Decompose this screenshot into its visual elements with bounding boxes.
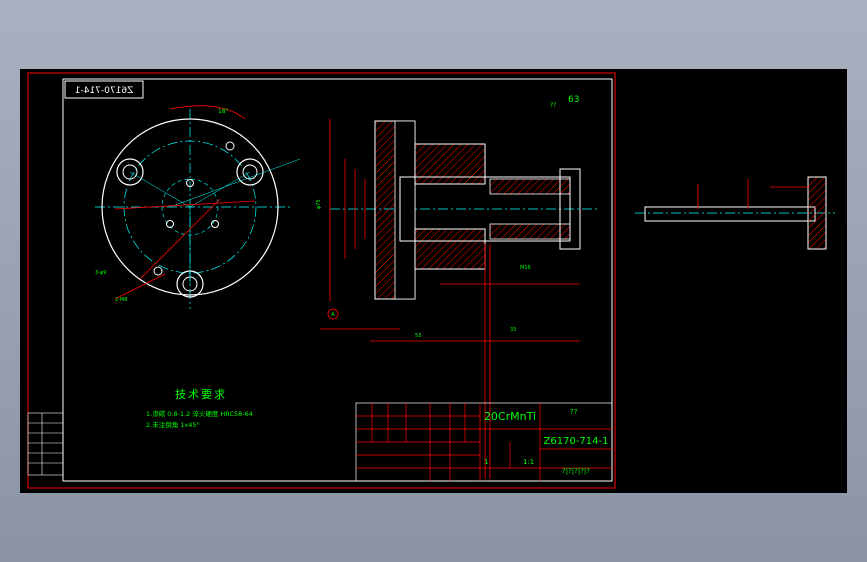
- drawing-sheet: Z6170-714-1 18° 3-φ9 2-M8 φ75 53 33 M16 …: [20, 69, 847, 493]
- angle-label: 18°: [218, 108, 229, 115]
- dim-tail: 33: [510, 327, 516, 333]
- drawing-number: Z6170-714-1: [544, 436, 609, 447]
- tech-requirement-1: 1.渗碳 0.8-1.2 淬火硬度 HRC58-64: [146, 410, 253, 418]
- dim-thread: M16: [520, 265, 531, 271]
- datum-a: A: [331, 312, 335, 318]
- cad-drawing: Z6170-714-1 18° 3-φ9 2-M8 φ75 53 33 M16 …: [27, 72, 835, 489]
- holes-label-b: 2-M8: [115, 297, 127, 303]
- material: 20CrMnTi: [484, 410, 536, 423]
- holes-label-a: 3-φ9: [95, 270, 106, 276]
- pin-side-view: [635, 176, 835, 250]
- roughness-top: 63: [568, 95, 579, 105]
- company-row: ?|?|?|?|?: [562, 467, 590, 475]
- qty-value: 1: [484, 458, 488, 466]
- part-name: ??: [570, 408, 578, 416]
- dim-overall: 53: [415, 333, 421, 339]
- outer-frame: [27, 72, 616, 489]
- flange-front-view: 18° 3-φ9 2-M8: [95, 105, 301, 309]
- scale-value: 1:1: [523, 458, 534, 466]
- mirrored-number: Z6170-714-1: [75, 86, 133, 96]
- section-view: φ75 53 33 M16 A ?? 63: [316, 95, 600, 479]
- left-diameter: φ75: [316, 199, 322, 209]
- tech-requirement-2: 2.未注倒角 1x45°: [146, 421, 200, 429]
- left-revision-table: [27, 412, 64, 476]
- unknown-top: ??: [550, 102, 556, 109]
- tech-requirements-title: 技术要求: [175, 388, 227, 401]
